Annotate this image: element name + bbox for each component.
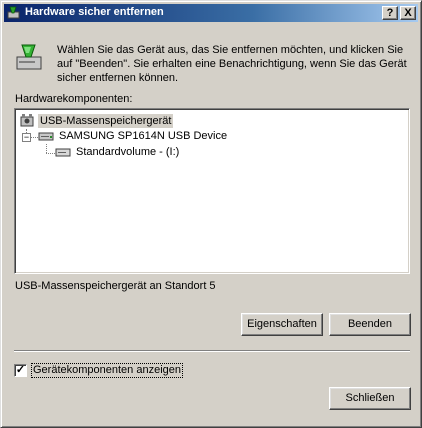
title-bar[interactable]: Hardware sicher entfernen ? X (4, 4, 418, 22)
hardware-tree[interactable]: USB-Massenspeichergerät − SAMSUNG SP1614… (14, 108, 410, 274)
window-title: Hardware sicher entfernen (25, 6, 164, 18)
tree-connector (46, 153, 55, 154)
device-location-text: USB-Massenspeichergerät an Standort 5 (15, 280, 216, 292)
usb-icon (20, 114, 34, 127)
disk-drive-icon (38, 132, 54, 141)
close-window-button[interactable]: X (400, 6, 416, 20)
instruction-text: Wählen Sie das Gerät aus, das Sie entfer… (57, 44, 407, 84)
show-components-label[interactable]: Gerätekomponenten anzeigen (31, 363, 183, 378)
tree-expander-minus[interactable]: − (22, 133, 31, 142)
tree-connector (31, 137, 38, 138)
properties-button[interactable]: Eigenschaften (241, 313, 323, 336)
hardware-components-label: Hardwarekomponenten: (15, 93, 133, 105)
separator (14, 350, 410, 352)
volume-icon (55, 148, 71, 157)
dialog-window: Hardware sicher entfernen ? X Wählen Sie… (0, 0, 422, 428)
tree-item-label: Standardvolume - (I:) (76, 146, 180, 158)
tree-connector (46, 144, 47, 153)
show-components-checkbox[interactable]: ✓ (14, 364, 27, 377)
tree-item-label: SAMSUNG SP1614N USB Device (59, 130, 228, 142)
close-button[interactable]: Schließen (329, 387, 411, 410)
safely-remove-hardware-icon (16, 44, 42, 70)
stop-button[interactable]: Beenden (329, 313, 411, 336)
tree-item-label: USB-Massenspeichergerät (38, 114, 174, 128)
hardware-icon (7, 6, 20, 19)
help-button[interactable]: ? (382, 6, 398, 20)
